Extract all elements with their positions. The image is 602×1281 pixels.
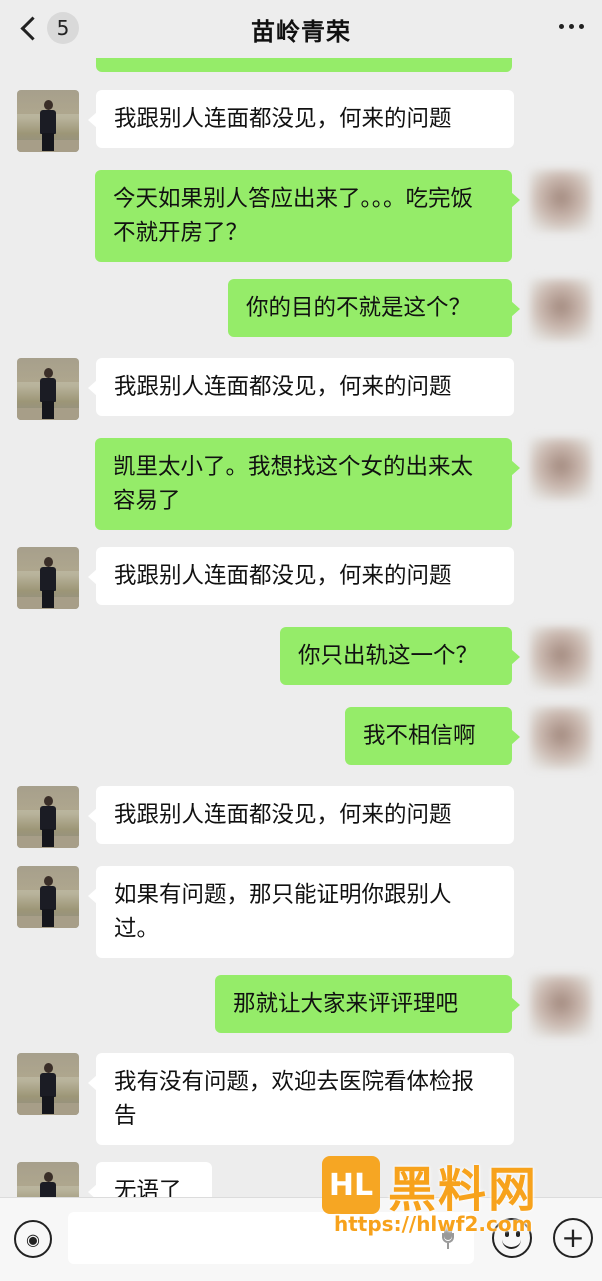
self-avatar[interactable] [530, 279, 592, 341]
more-dot [579, 24, 584, 29]
back-button[interactable]: 5 [18, 12, 79, 44]
message-bubble[interactable]: 那就让大家来评评理吧 [215, 975, 520, 1033]
message-bubble[interactable]: 如果有问题，那只能证明你跟别人过。 [88, 866, 514, 958]
watermark-logo: HL [322, 1156, 380, 1214]
more-dots-icon [559, 24, 564, 29]
chat-header: 5 苗岭青荣 [0, 0, 602, 58]
self-avatar[interactable] [530, 627, 592, 689]
message-bubble[interactable]: 你只出轨这一个？ [280, 627, 520, 685]
message-bubble[interactable]: 我跟别人连面都没见，何来的问题 [88, 786, 514, 844]
message-bubble[interactable]: 你的目的不就是这个？ [228, 279, 520, 337]
voice-icon: ◉ [26, 1229, 40, 1249]
previous-message-bubble [96, 58, 512, 72]
contact-avatar[interactable] [17, 866, 79, 928]
message-bubble[interactable]: 我跟别人连面都没见，何来的问题 [88, 547, 514, 605]
self-avatar[interactable] [530, 438, 592, 500]
watermark: HL 黑料网 https://hlwf2.com [322, 1150, 582, 1240]
contact-avatar[interactable] [17, 1053, 79, 1115]
message-bubble[interactable]: 我不相信啊 [345, 707, 520, 765]
self-avatar[interactable] [530, 170, 592, 232]
contact-avatar[interactable] [17, 90, 79, 152]
voice-button[interactable]: ◉ [14, 1220, 52, 1258]
message-bubble[interactable]: 凯里太小了。我想找这个女的出来太容易了 [95, 438, 520, 530]
self-avatar[interactable] [530, 975, 592, 1037]
more-button[interactable] [559, 24, 584, 29]
self-avatar[interactable] [530, 707, 592, 769]
contact-avatar[interactable] [17, 786, 79, 848]
more-dot [569, 24, 574, 29]
unread-count-badge: 5 [47, 12, 79, 44]
chevron-left-icon [20, 15, 45, 41]
message-bubble[interactable]: 我跟别人连面都没见，何来的问题 [88, 90, 514, 148]
watermark-title: 黑料网 [388, 1162, 539, 1218]
message-bubble[interactable]: 我跟别人连面都没见，何来的问题 [88, 358, 514, 416]
message-bubble[interactable]: 我有没有问题，欢迎去医院看体检报告 [88, 1053, 514, 1145]
contact-avatar[interactable] [17, 358, 79, 420]
chat-title: 苗岭青荣 [251, 17, 351, 46]
watermark-url: https://hlwf2.com [334, 1212, 533, 1236]
contact-avatar[interactable] [17, 547, 79, 609]
message-bubble[interactable]: 今天如果别人答应出来了。。。吃完饭不就开房了？ [95, 170, 520, 262]
